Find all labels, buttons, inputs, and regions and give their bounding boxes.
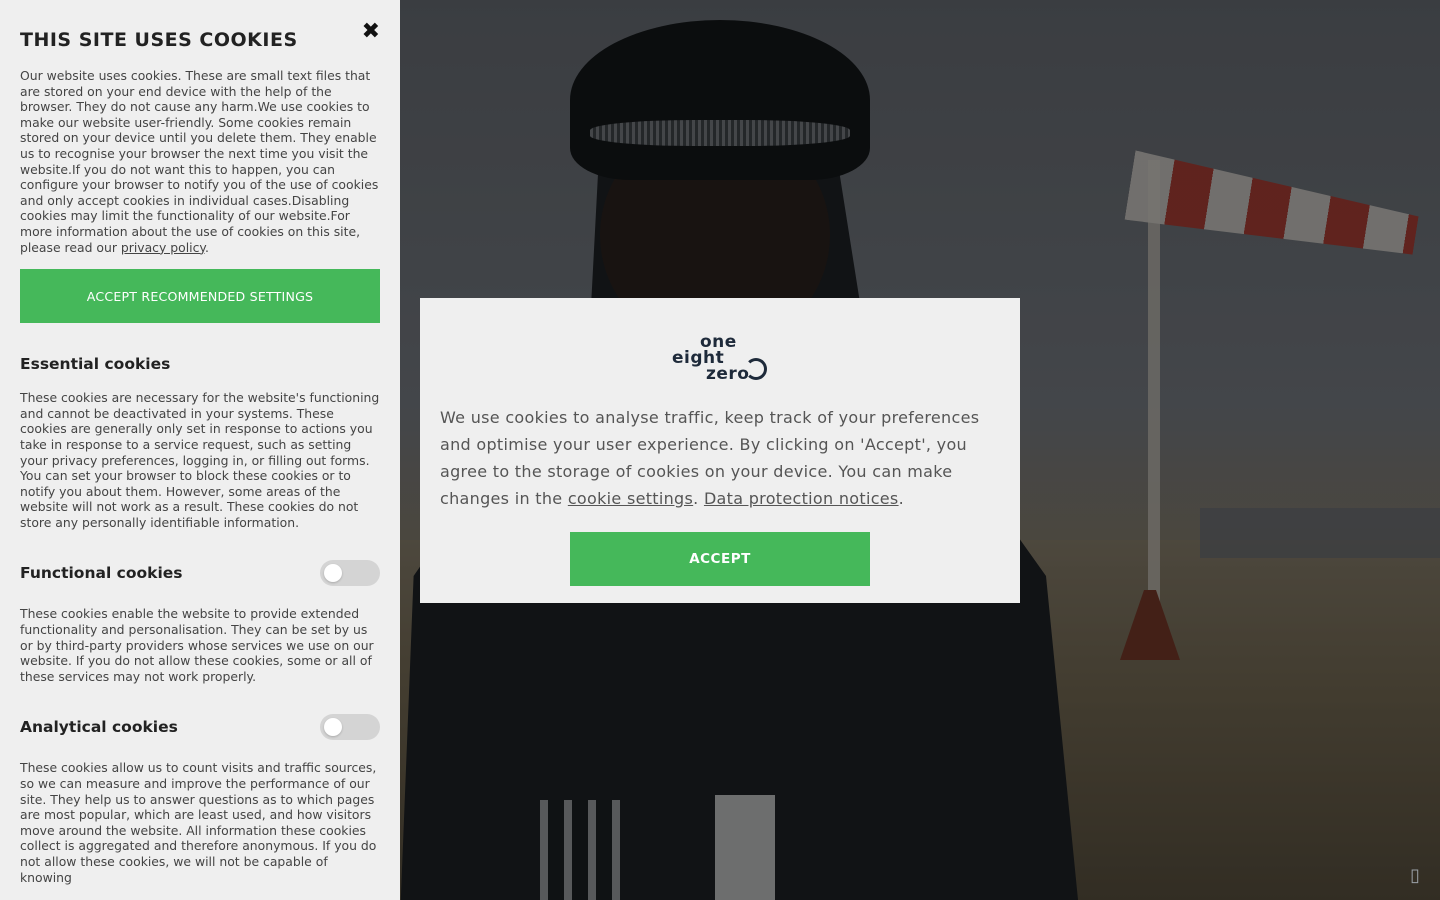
analytical-cookies-text: These cookies allow us to count visits a… (20, 760, 377, 885)
analytical-cookies-title: Analytical cookies (20, 718, 178, 737)
consent-end: . (898, 489, 904, 508)
essential-cookies-title: Essential cookies (20, 355, 171, 374)
cookie-settings-panel: ✖ THIS SITE USES COOKIES Our website use… (0, 0, 400, 900)
privacy-policy-link[interactable]: privacy policy (121, 240, 205, 255)
panel-title: THIS SITE USES COOKIES (20, 29, 298, 51)
essential-cookies-text: These cookies are necessary for the webs… (20, 390, 380, 530)
link-separator: . (693, 489, 704, 508)
functional-cookies-text: These cookies enable the website to prov… (20, 606, 374, 684)
intro-text: Our website uses cookies. These are smal… (20, 68, 380, 255)
logo-line-3: zero (706, 364, 750, 384)
box-glyph-icon: ▯ (1410, 865, 1420, 886)
intro-body: Our website uses cookies. These are smal… (20, 68, 379, 255)
consent-message: We use cookies to analyse traffic, keep … (440, 404, 1000, 512)
essential-cookies-header: Essential cookies (20, 355, 380, 373)
accept-button[interactable]: ACCEPT (570, 532, 870, 586)
intro-end: . (204, 239, 209, 255)
functional-cookies-toggle[interactable] (320, 560, 380, 587)
toggle-knob (324, 564, 342, 583)
functional-cookies-header: Functional cookies (20, 560, 380, 587)
one-eight-zero-logo: one eight zero (670, 334, 770, 384)
toggle-knob (324, 718, 342, 737)
analytical-cookies-header: Analytical cookies (20, 714, 380, 741)
close-icon[interactable]: ✖ (362, 20, 380, 44)
cookie-settings-link[interactable]: cookie settings (568, 489, 693, 508)
logo-ring-icon (745, 358, 767, 380)
functional-cookies-title: Functional cookies (20, 564, 183, 583)
accept-recommended-button[interactable]: ACCEPT RECOMMENDED SETTINGS (20, 269, 380, 324)
analytical-cookies-toggle[interactable] (320, 714, 380, 741)
cookie-consent-modal: one eight zero We use cookies to analyse… (420, 298, 1020, 603)
data-protection-link[interactable]: Data protection notices (704, 489, 899, 508)
